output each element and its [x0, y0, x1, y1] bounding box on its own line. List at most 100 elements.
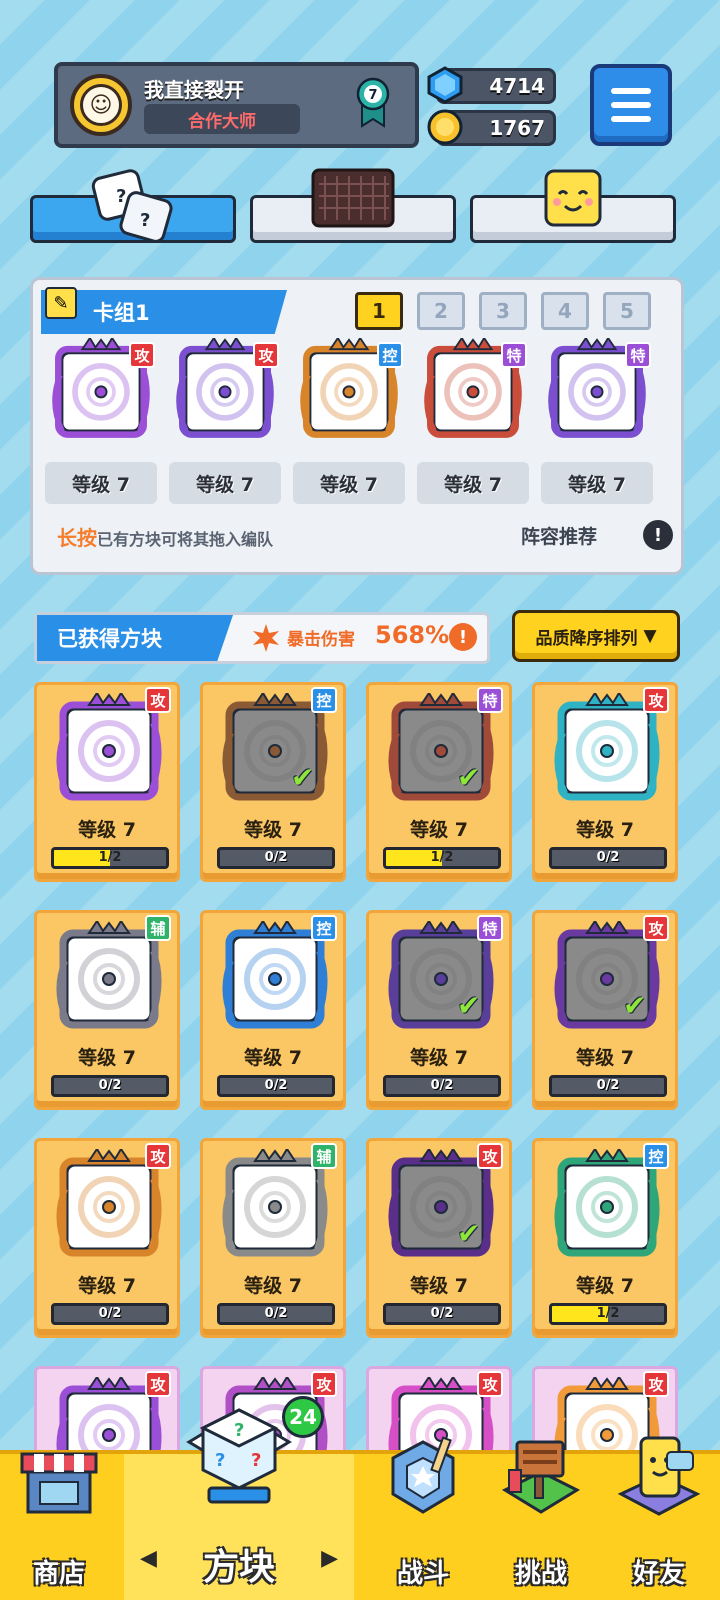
tab-dice[interactable]: ? ?: [30, 169, 236, 243]
crit-info-icon[interactable]: !: [449, 623, 477, 651]
profile-panel[interactable]: ☺ 我直接裂开 合作大师 7: [54, 62, 419, 148]
upgrade-progress-bar: 0/2: [217, 847, 335, 869]
card-type-badge: 控: [643, 1143, 669, 1169]
menu-button[interactable]: [590, 64, 672, 146]
block-level: 等级 7: [244, 819, 302, 841]
deck-slot-5[interactable]: 5: [603, 292, 651, 330]
nav-blocks[interactable]: ? ? ? ◀ ▶ 方块: [124, 1408, 354, 1600]
card-type-badge: 特: [501, 342, 527, 368]
card-type-badge: 攻: [129, 342, 155, 368]
progress-text: 0/2: [264, 850, 288, 865]
lineup-recommend-button[interactable]: 阵容推荐: [521, 522, 597, 549]
upgrade-progress-bar: 0/2: [51, 1075, 169, 1097]
gem-icon: [427, 66, 463, 104]
in-deck-check-icon: ✔: [457, 761, 481, 794]
player-title: 合作大师: [144, 104, 300, 134]
nav-battle[interactable]: 战斗: [364, 1436, 482, 1600]
progress-text: 1/2: [596, 1306, 620, 1321]
svg-text:?: ?: [234, 1420, 244, 1441]
smiley-block-icon: [544, 169, 602, 227]
card-type-badge: 攻: [643, 915, 669, 941]
mystery-block-icon: ? ? ?: [186, 1408, 292, 1504]
card-type-badge: 攻: [145, 687, 171, 713]
coin-count: 1767: [489, 116, 545, 140]
nav-friends[interactable]: 好友: [600, 1436, 718, 1600]
rank-level: 7: [368, 88, 377, 103]
progress-text: 0/2: [430, 1078, 454, 1093]
deck-card[interactable]: 特: [421, 336, 527, 442]
left-arrow-icon[interactable]: ◀: [140, 1546, 157, 1571]
svg-text:?: ?: [140, 210, 150, 231]
card-type-badge: 控: [311, 915, 337, 941]
deck-card-level: 等级 7: [541, 462, 653, 504]
card-type-badge: 攻: [311, 1371, 337, 1397]
block-card[interactable]: 辅等级 7 0/2: [34, 910, 180, 1110]
sort-dropdown[interactable]: 品质降序排列 ▼: [512, 610, 680, 662]
avatar-face-icon: ☺: [80, 84, 122, 126]
nav-challenge[interactable]: 挑战: [482, 1440, 600, 1600]
block-card[interactable]: 控 ✔ 等级 7 0/2: [200, 682, 346, 882]
block-card[interactable]: 辅等级 7 0/2: [200, 1138, 346, 1338]
deck-slot-4[interactable]: 4: [541, 292, 589, 330]
tab-board[interactable]: [250, 168, 456, 243]
upgrade-progress-bar: 0/2: [549, 1075, 667, 1097]
block-level: 等级 7: [576, 1275, 634, 1297]
avatar[interactable]: ☺: [70, 74, 132, 136]
progress-text: 0/2: [98, 1078, 122, 1093]
right-arrow-icon[interactable]: ▶: [321, 1546, 338, 1571]
svg-text:?: ?: [251, 1450, 261, 1471]
dice-icon: ? ?: [91, 169, 173, 243]
block-card[interactable]: 攻等级 7 0/2: [34, 1138, 180, 1338]
upgrade-progress-bar: 1/2: [51, 847, 169, 869]
deck-slot-1[interactable]: 1: [355, 292, 403, 330]
deck-card[interactable]: 特: [545, 336, 651, 442]
block-card[interactable]: 控等级 7 1/2: [532, 1138, 678, 1338]
gem-count: 4714: [489, 74, 545, 98]
block-level: 等级 7: [78, 1275, 136, 1297]
chevron-down-icon: ▼: [643, 626, 657, 646]
block-level: 等级 7: [410, 1047, 468, 1069]
deck-slot-3[interactable]: 3: [479, 292, 527, 330]
progress-text: 0/2: [596, 1078, 620, 1093]
bottom-nav: 商店 ? ? ? ◀ ▶ 方块 战斗 挑战 好友: [0, 1408, 720, 1600]
crit-label: 暴击伤害: [287, 630, 355, 650]
nav-friends-label: 好友: [632, 1559, 685, 1589]
tab-skins[interactable]: [470, 169, 676, 243]
shop-icon: [20, 1452, 98, 1514]
lineup-info-icon[interactable]: !: [643, 520, 673, 550]
block-level: 等级 7: [410, 819, 468, 841]
card-type-badge: 攻: [253, 342, 279, 368]
block-level: 等级 7: [78, 1047, 136, 1069]
block-level: 等级 7: [244, 1275, 302, 1297]
block-card[interactable]: 攻等级 7 1/2: [34, 682, 180, 882]
deck-title: 卡组1: [41, 290, 287, 334]
block-level: 等级 7: [244, 1047, 302, 1069]
block-card[interactable]: 攻 ✔ 等级 7 0/2: [532, 910, 678, 1110]
card-type-badge: 特: [477, 687, 503, 713]
upgrade-progress-bar: 0/2: [383, 1075, 501, 1097]
deck-card[interactable]: 控: [297, 336, 403, 442]
block-card[interactable]: 特 ✔ 等级 7 1/2: [366, 682, 512, 882]
crit-value: 568%: [375, 621, 450, 649]
block-card[interactable]: 控等级 7 0/2: [200, 910, 346, 1110]
obtained-title: 已获得方块: [37, 615, 233, 661]
challenge-sign-icon: [501, 1440, 581, 1514]
obtained-header: 已获得方块 暴击伤害 568% !: [34, 612, 490, 664]
deck-card-level: 等级 7: [417, 462, 529, 504]
hint-text: 已有方块可将其拖入编队: [97, 530, 274, 549]
card-type-badge: 攻: [643, 1371, 669, 1397]
coin-icon: [427, 109, 463, 145]
deck-slot-2[interactable]: 2: [417, 292, 465, 330]
deck-card[interactable]: 攻: [173, 336, 279, 442]
player-name: 我直接裂开: [144, 78, 244, 102]
deck-card[interactable]: 攻: [49, 336, 155, 442]
block-card[interactable]: 特 ✔ 等级 7 0/2: [366, 910, 512, 1110]
block-card[interactable]: 攻等级 7 0/2: [532, 682, 678, 882]
nav-shop[interactable]: 商店: [0, 1452, 118, 1600]
block-card[interactable]: 攻 ✔ 等级 7 0/2: [366, 1138, 512, 1338]
edit-pencil-icon[interactable]: ✎: [45, 287, 77, 319]
svg-text:?: ?: [215, 1450, 225, 1471]
upgrade-progress-bar: 0/2: [217, 1303, 335, 1325]
card-type-badge: 辅: [311, 1143, 337, 1169]
upgrade-progress-bar: 0/2: [549, 847, 667, 869]
